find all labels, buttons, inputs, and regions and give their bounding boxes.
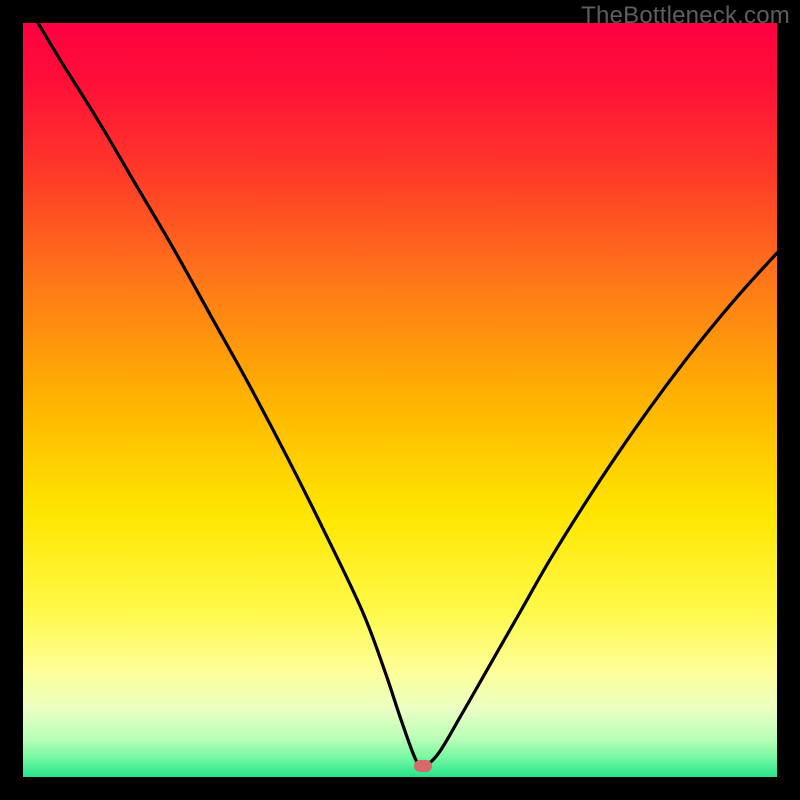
gradient-background [23, 23, 777, 777]
optimum-marker [414, 760, 432, 772]
chart-frame: TheBottleneck.com [0, 0, 800, 800]
plot-svg [23, 23, 777, 777]
plot-area [23, 23, 777, 777]
watermark-text: TheBottleneck.com [581, 2, 790, 30]
